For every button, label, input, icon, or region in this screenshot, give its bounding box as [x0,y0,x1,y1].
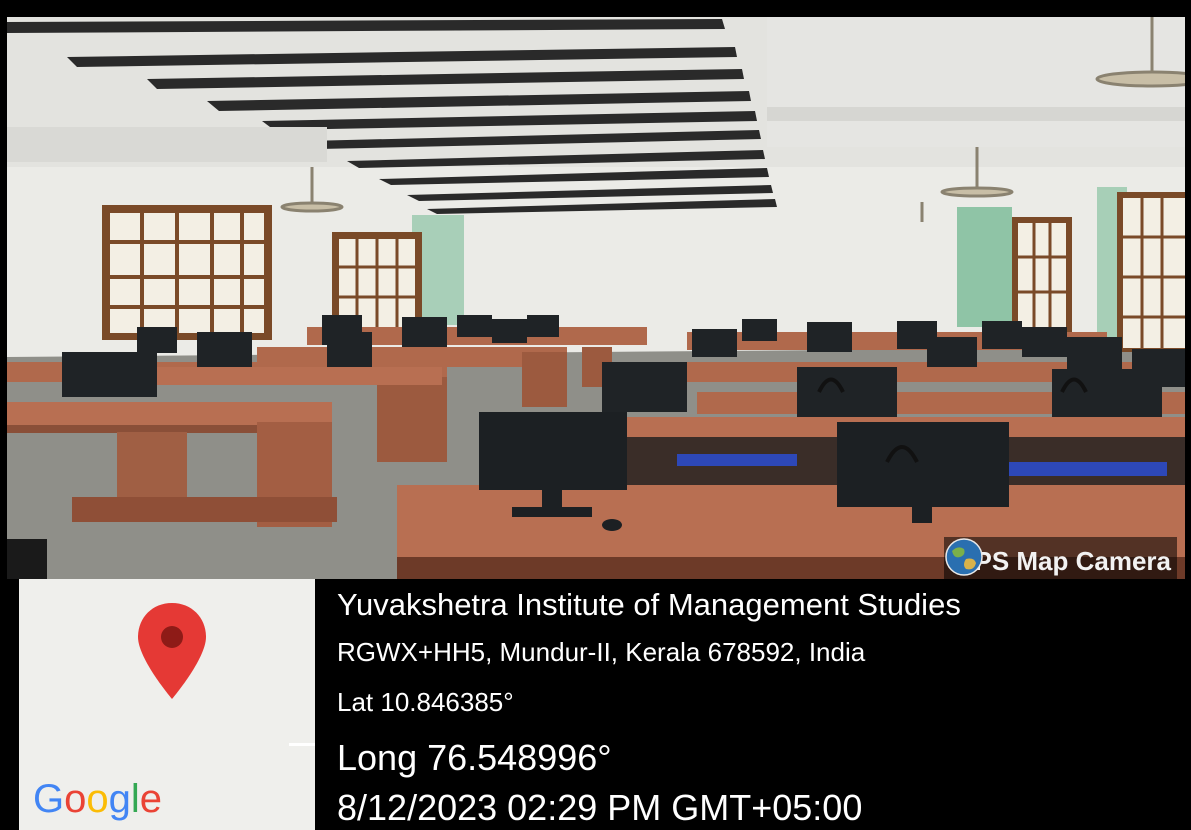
gps-map-camera-watermark: GPS Map Camera [944,537,1177,579]
map-pin-icon [138,603,206,699]
map-thumbnail: Google [19,579,315,830]
geotag-info-panel: Google Yuvakshetra Institute of Manageme… [7,579,1185,830]
longitude: Long 76.548996° [337,737,612,778]
lab-scene [7,17,1185,579]
place-name: Yuvakshetra Institute of Management Stud… [337,587,961,622]
watermark-label: GPS Map Camera [954,545,1171,576]
google-logo: Google [33,777,163,821]
image-frame: GPS Map Camera Google Yuvakshetra Instit… [0,0,1191,830]
globe-icon [945,538,983,576]
latitude: Lat 10.846385° [337,687,514,717]
timestamp: 8/12/2023 02:29 PM GMT+05:00 [337,787,863,828]
map-road [289,743,315,746]
address: RGWX+HH5, Mundur-II, Kerala 678592, Indi… [337,637,866,667]
computer-lab-photo: GPS Map Camera [7,17,1185,579]
